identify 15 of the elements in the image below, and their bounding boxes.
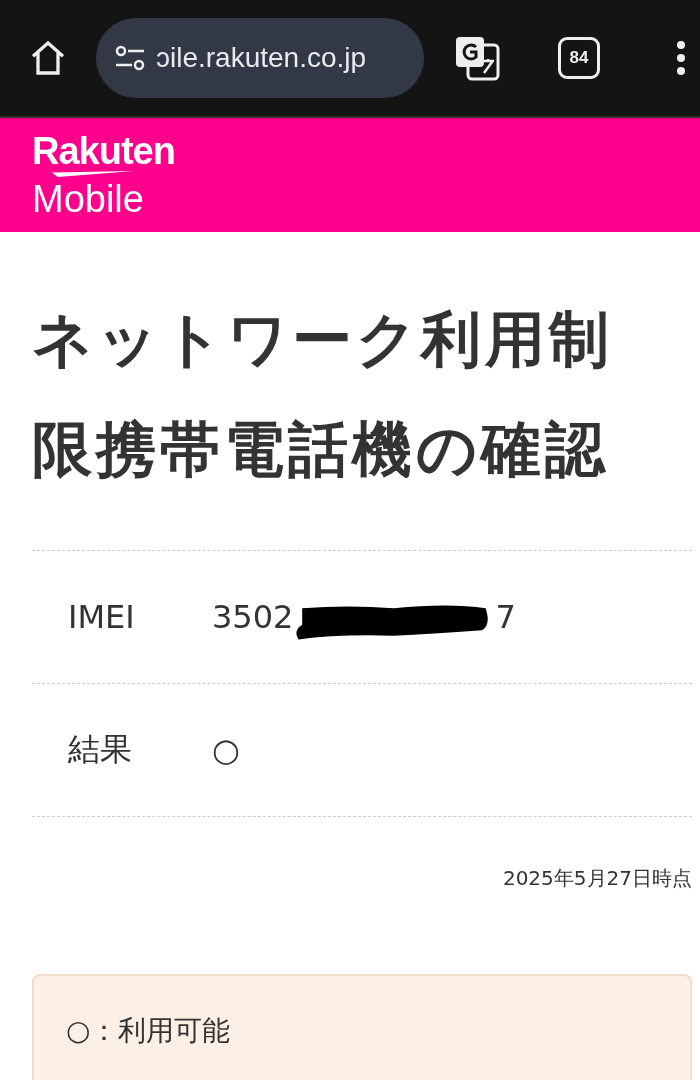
result-value: ○ (212, 731, 240, 769)
row-label: IMEI (67, 598, 136, 636)
address-bar[interactable]: ɔile.rakuten.co.jp (96, 18, 424, 98)
more-menu-icon[interactable] (676, 40, 686, 76)
as-of-date: 2025年5月27日時点 (501, 865, 692, 892)
logo-text: Rakuten (32, 132, 175, 170)
row-label: 結果 (67, 729, 133, 770)
site-settings-icon[interactable] (114, 44, 146, 72)
logo-text: Mobile (32, 180, 145, 218)
tab-count-button[interactable]: 84 (558, 37, 600, 79)
translate-icon[interactable] (454, 35, 500, 81)
imei-value: 7 (495, 598, 516, 636)
legend-text: ○：利用可能 (66, 1013, 232, 1049)
imei-value: 3502 (212, 598, 294, 636)
page-title: ネットワーク利用制限携帯電話機の確認 (32, 303, 614, 486)
